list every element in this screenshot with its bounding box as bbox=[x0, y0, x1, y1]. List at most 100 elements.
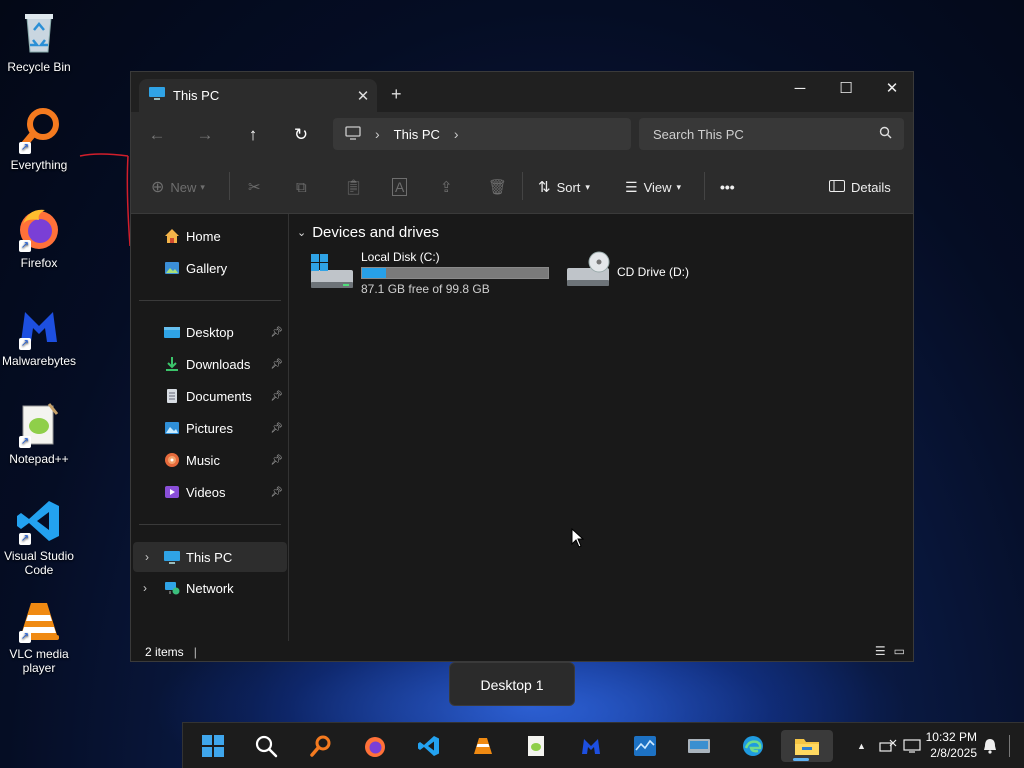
desktop-icon-vscode[interactable]: ↗ Visual Studio Code bbox=[0, 497, 78, 577]
details-view-icon[interactable]: ☰ bbox=[875, 644, 886, 658]
sort-button[interactable]: ⇅ Sort ▾ bbox=[538, 178, 590, 196]
sidebar-item-documents[interactable]: Documents 📌︎ bbox=[131, 382, 289, 410]
start-button[interactable] bbox=[193, 730, 233, 762]
tab-this-pc[interactable]: This PC ✕ bbox=[139, 79, 377, 112]
close-button[interactable]: ✕ bbox=[869, 76, 915, 102]
search-box[interactable]: Search This PC bbox=[639, 118, 904, 150]
sidebar-item-gallery[interactable]: Gallery bbox=[131, 254, 289, 282]
bell-glyph bbox=[984, 739, 996, 754]
taskbar-firefox[interactable] bbox=[355, 730, 395, 762]
view-button[interactable]: ☰ View ▾ bbox=[625, 178, 681, 196]
desktop-icon-malwarebytes[interactable]: ↗ Malwarebytes bbox=[0, 302, 78, 368]
sidebar-divider bbox=[139, 300, 281, 301]
chevron-right-icon[interactable]: › bbox=[143, 581, 147, 595]
pin-icon[interactable]: 📌︎ bbox=[270, 487, 283, 498]
sidebar-item-home[interactable]: Home bbox=[131, 222, 289, 250]
drive-cd-d[interactable]: CD Drive (D:) bbox=[565, 250, 689, 293]
new-button-label: New bbox=[170, 179, 197, 195]
refresh-button[interactable]: ↻ bbox=[289, 124, 313, 146]
desktop-icon-recycle-bin[interactable]: Recycle Bin bbox=[0, 8, 78, 74]
breadcrumb-this-pc[interactable]: This PC bbox=[394, 127, 440, 142]
breadcrumb-chevron-icon[interactable]: › bbox=[375, 126, 380, 142]
up-button[interactable]: ↑ bbox=[241, 124, 265, 146]
search-icon bbox=[879, 126, 892, 142]
tab-label: This PC bbox=[173, 88, 220, 103]
taskbar-malwarebytes[interactable] bbox=[571, 730, 611, 762]
pin-icon[interactable]: 📌︎ bbox=[270, 391, 283, 402]
maximize-button[interactable]: ☐ bbox=[823, 76, 869, 102]
sidebar-item-music[interactable]: Music 📌︎ bbox=[131, 446, 289, 474]
desktop-icon-label: Everything bbox=[10, 158, 68, 172]
system-clock[interactable]: 10:32 PM 2/8/2025 bbox=[925, 729, 977, 761]
large-icons-view-icon[interactable]: ▭ bbox=[894, 644, 905, 658]
title-bar[interactable]: This PC ✕ + ─ ☐ ✕ bbox=[131, 72, 913, 112]
drive-name: CD Drive (D:) bbox=[617, 264, 689, 279]
show-desktop-button[interactable] bbox=[1009, 723, 1021, 768]
sidebar-item-pictures[interactable]: Pictures 📌︎ bbox=[131, 414, 289, 442]
pin-icon[interactable]: 📌︎ bbox=[270, 359, 283, 370]
back-button[interactable]: ← bbox=[145, 124, 169, 146]
search-input[interactable]: Search This PC bbox=[653, 127, 744, 142]
share-button[interactable]: ⇪ bbox=[440, 178, 453, 196]
show-hidden-icons-button[interactable]: ▲ bbox=[857, 723, 866, 768]
this-pc-icon bbox=[149, 87, 165, 104]
sidebar-item-label: Pictures bbox=[186, 420, 233, 436]
on-screen-keyboard-icon bbox=[688, 739, 710, 753]
taskbar-task-manager[interactable] bbox=[625, 730, 665, 762]
share-icon: ⇪ bbox=[440, 179, 453, 196]
network-icon bbox=[164, 580, 180, 596]
forward-button[interactable]: → bbox=[193, 124, 217, 146]
taskbar-edge[interactable] bbox=[733, 730, 773, 762]
more-options-button[interactable]: ••• bbox=[720, 178, 735, 196]
address-bar[interactable]: › This PC › bbox=[333, 118, 631, 150]
taskbar-on-screen-keyboard[interactable] bbox=[679, 730, 719, 762]
desktop-icon-vlc[interactable]: ↗ VLC media player bbox=[0, 595, 78, 675]
network-status-icon[interactable] bbox=[879, 723, 897, 768]
new-button[interactable]: ⊕ New ▾ bbox=[151, 178, 205, 196]
taskbar-everything[interactable] bbox=[301, 730, 341, 762]
file-list-pane[interactable]: ⌄ Devices and drives Local Disk (C:) 87.… bbox=[291, 214, 913, 641]
group-header-devices[interactable]: ⌄ Devices and drives bbox=[297, 224, 439, 241]
pin-icon[interactable]: 📌︎ bbox=[270, 327, 283, 338]
notification-bell-icon[interactable] bbox=[983, 723, 997, 768]
documents-folder-icon bbox=[164, 388, 180, 404]
sidebar-item-downloads[interactable]: Downloads 📌︎ bbox=[131, 350, 289, 378]
paste-button[interactable]: 📋︎ bbox=[344, 178, 363, 196]
taskbar-notepad-plus-plus[interactable] bbox=[517, 730, 557, 762]
breadcrumb-chevron-icon[interactable]: › bbox=[454, 126, 459, 142]
rename-button[interactable]: A bbox=[392, 178, 408, 196]
taskbar-vlc[interactable] bbox=[463, 730, 503, 762]
new-tab-button[interactable]: + bbox=[391, 84, 402, 105]
pin-icon[interactable]: 📌︎ bbox=[270, 455, 283, 466]
scissors-icon: ✂ bbox=[248, 179, 261, 196]
tab-close-button[interactable]: ✕ bbox=[349, 87, 377, 105]
desktop-icon-firefox[interactable]: ↗ Firefox bbox=[0, 204, 78, 270]
details-pane-button[interactable]: Details bbox=[829, 178, 891, 196]
view-list-icon: ☰ bbox=[625, 178, 638, 195]
details-button-label: Details bbox=[851, 179, 891, 195]
taskbar-vscode[interactable] bbox=[409, 730, 449, 762]
shortcut-arrow-icon: ↗ bbox=[19, 631, 31, 643]
sidebar-item-label: Documents bbox=[186, 388, 252, 404]
taskbar-file-explorer[interactable] bbox=[781, 730, 833, 762]
desktop-icon-everything[interactable]: ↗ Everything bbox=[0, 106, 78, 172]
taskbar-search-button[interactable] bbox=[246, 730, 286, 762]
copy-button[interactable]: ⧉ bbox=[296, 178, 307, 196]
chevron-right-icon[interactable]: › bbox=[145, 550, 149, 564]
cd-drive-icon bbox=[565, 250, 611, 293]
sidebar-item-network[interactable]: › Network bbox=[131, 574, 289, 602]
sidebar-item-label: This PC bbox=[186, 549, 233, 565]
sidebar-item-desktop[interactable]: Desktop 📌︎ bbox=[131, 318, 289, 346]
sidebar-item-videos[interactable]: Videos 📌︎ bbox=[131, 478, 289, 506]
minimize-button[interactable]: ─ bbox=[777, 76, 823, 102]
shortcut-arrow-icon: ↗ bbox=[19, 436, 31, 448]
pin-icon[interactable]: 📌︎ bbox=[270, 423, 283, 434]
drive-local-disk-c[interactable]: Local Disk (C:) 87.1 GB free of 99.8 GB bbox=[309, 250, 549, 296]
display-icon[interactable] bbox=[903, 723, 921, 768]
desktop-icon-notepad-plus-plus[interactable]: ↗ Notepad++ bbox=[0, 400, 78, 466]
downloads-folder-icon bbox=[164, 356, 180, 372]
sidebar-item-this-pc[interactable]: › This PC bbox=[133, 542, 287, 572]
cut-button[interactable]: ✂ bbox=[248, 178, 261, 196]
delete-button[interactable]: 🗑︎ bbox=[488, 178, 507, 196]
group-header-label: Devices and drives bbox=[312, 224, 439, 241]
